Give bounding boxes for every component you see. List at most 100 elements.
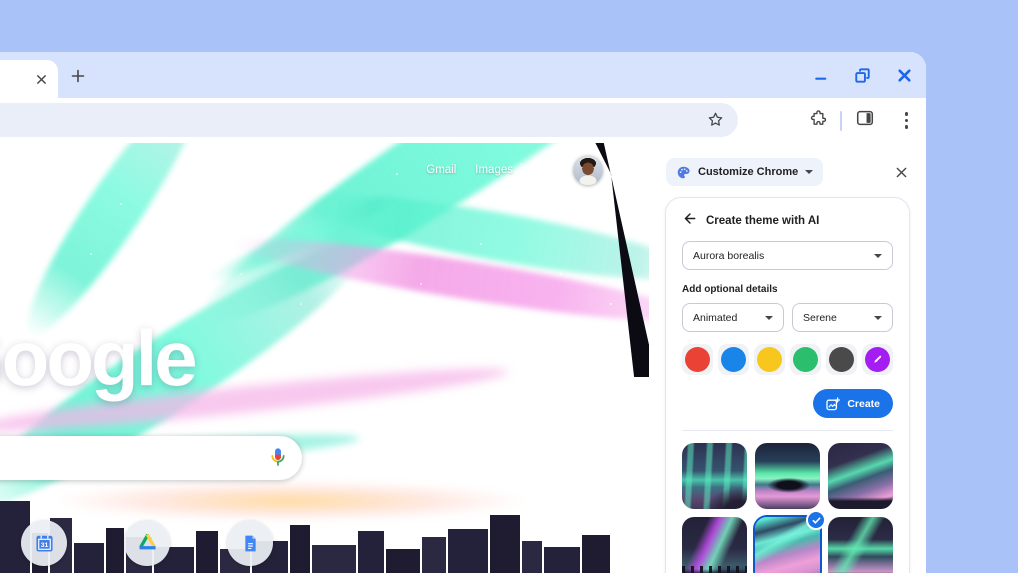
svg-text:31: 31: [40, 541, 48, 548]
browser-menu-button[interactable]: [901, 108, 913, 133]
plus-icon: [71, 69, 85, 83]
new-tab-button[interactable]: [67, 65, 89, 87]
chevron-down-icon: [805, 170, 814, 174]
dot: [904, 125, 908, 129]
swatch-red[interactable]: [682, 344, 713, 375]
chevron-down-icon: [874, 253, 882, 258]
drive-icon: [138, 533, 156, 549]
theme-thumbnail[interactable]: [682, 443, 747, 509]
thumbnail-image: [828, 517, 893, 573]
theme-thumbnail[interactable]: [755, 443, 820, 509]
palette-icon: [677, 166, 690, 178]
color-circle: [829, 347, 854, 372]
window-controls: [811, 64, 914, 86]
customize-chrome-menu[interactable]: Customize Chrome: [666, 158, 824, 186]
voice-search-button[interactable]: [267, 446, 289, 473]
selected-check-icon: [806, 510, 826, 530]
mood-select[interactable]: Animated: [682, 303, 784, 332]
thumbnail-image: [682, 517, 747, 573]
star-icon: [708, 112, 723, 126]
active-tab[interactable]: [0, 60, 58, 98]
tab-close-button[interactable]: [32, 70, 50, 88]
pencil-icon: [874, 355, 882, 363]
swatch-green[interactable]: [790, 344, 821, 375]
content-area: Gmail Images Google: [0, 143, 926, 573]
color-circle: [721, 347, 746, 372]
create-row: Create: [682, 389, 893, 418]
mood-value: Animated: [693, 311, 738, 324]
building-silhouette: [448, 529, 488, 573]
restore-button[interactable]: [853, 66, 872, 85]
building-silhouette: [490, 515, 520, 573]
style-value: Serene: [803, 311, 837, 324]
theme-thumbnail[interactable]: [828, 517, 893, 573]
details-label: Add optional details: [682, 284, 778, 295]
bookmark-button[interactable]: [706, 110, 725, 134]
theme-thumbnail[interactable]: [682, 517, 747, 573]
panel-title: Customize Chrome: [698, 166, 799, 178]
back-button[interactable]: [682, 211, 697, 231]
tab-strip: [0, 52, 926, 98]
account-avatar: [573, 155, 603, 185]
theme-thumbnail[interactable]: [755, 510, 826, 573]
color-circle: [685, 347, 710, 372]
address-bar[interactable]: [0, 103, 738, 137]
search-bar[interactable]: [0, 436, 302, 480]
minimize-icon: [814, 77, 826, 80]
browser-window: Gmail Images Google: [0, 52, 926, 573]
create-button[interactable]: Create: [813, 389, 893, 418]
shortcut-google-calendar[interactable]: 31: [21, 520, 67, 566]
card-header: Create theme with AI: [682, 213, 893, 229]
customize-chrome-panel: Customize Chrome Create theme with AI Au…: [649, 143, 926, 573]
theme-thumbnail[interactable]: [828, 443, 893, 509]
toolbar-actions: [807, 98, 913, 143]
google-homepage: Gmail Images Google: [0, 143, 649, 573]
building-silhouette: [422, 537, 446, 573]
gmail-link[interactable]: Gmail: [426, 164, 456, 176]
chevron-down-icon: [765, 315, 773, 320]
swatch-blue[interactable]: [718, 344, 749, 375]
color-swatches: [682, 344, 893, 375]
style-select[interactable]: Serene: [792, 303, 893, 332]
panel-close-button[interactable]: [891, 162, 911, 182]
create-theme-card: Create theme with AI Aurora borealis Add…: [665, 197, 910, 573]
apps-grid-icon: [534, 161, 538, 165]
create-image-icon: [826, 396, 841, 410]
docs-icon: [244, 535, 256, 551]
images-link[interactable]: Images: [475, 164, 513, 176]
calendar-icon: 31: [35, 535, 53, 552]
swatch-yellow[interactable]: [754, 344, 785, 375]
side-panel-toggle-button[interactable]: [855, 108, 875, 133]
close-icon: [898, 68, 911, 82]
theme-thumbnails: [682, 443, 893, 573]
close-icon: [36, 74, 46, 84]
color-circle: [757, 347, 782, 372]
extensions-button[interactable]: [807, 108, 827, 133]
google-apps-button[interactable]: [532, 159, 554, 181]
building-silhouette: [582, 535, 610, 573]
shortcut-google-docs[interactable]: [227, 520, 273, 566]
puzzle-icon: [810, 110, 826, 125]
divider: [682, 430, 893, 431]
detail-selects: Animated Serene: [682, 303, 893, 332]
google-account-button[interactable]: [573, 155, 603, 185]
prompt-value: Aurora borealis: [693, 249, 765, 262]
dot: [904, 118, 908, 123]
building-silhouette: [312, 545, 356, 573]
theme-prompt-select[interactable]: Aurora borealis: [682, 241, 893, 270]
browser-toolbar: [0, 98, 926, 143]
swatch-dark-gray[interactable]: [826, 344, 857, 375]
thumbnail-image: [682, 443, 747, 509]
building-silhouette: [544, 547, 580, 573]
thumbnail-image: [828, 443, 893, 509]
building-silhouette: [386, 549, 420, 573]
building-silhouette: [290, 525, 310, 573]
chevron-down-icon: [874, 315, 882, 320]
desktop: { "colors": { "outer_background": "#A9C3…: [0, 0, 1018, 573]
close-window-button[interactable]: [895, 66, 914, 85]
swatch-custom-color[interactable]: [862, 344, 893, 375]
shortcut-row: 31: [21, 520, 273, 566]
card-title: Create theme with AI: [706, 215, 820, 227]
shortcut-google-drive[interactable]: [124, 520, 170, 566]
minimize-button[interactable]: [811, 66, 830, 85]
